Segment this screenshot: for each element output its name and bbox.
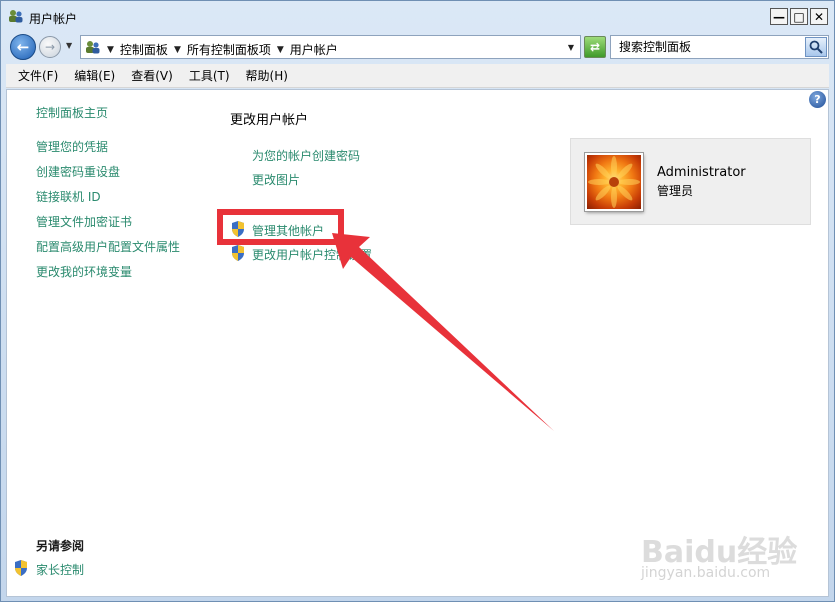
user-role: 管理员	[657, 184, 694, 198]
breadcrumb-all-items[interactable]: 所有控制面板项	[187, 41, 271, 58]
see-also-heading: 另请参阅	[36, 539, 85, 553]
menu-help[interactable]: 帮助(H)	[238, 64, 296, 88]
minimize-button[interactable]: —	[770, 8, 788, 25]
close-button[interactable]: ✕	[810, 8, 828, 25]
arrow-left-icon: ←	[16, 38, 30, 56]
sidebar-link-encryption-cert[interactable]: 管理文件加密证书	[36, 213, 132, 230]
search-icon	[809, 40, 823, 54]
uac-shield-icon	[15, 560, 27, 576]
navigation-bar: ← → ▼ ▼ 控制面板 ▼ 所有控制面板项 ▼ 用户帐户 ▼ ⇄	[6, 32, 829, 62]
sidebar-link-profile-properties[interactable]: 配置高级用户配置文件属性	[36, 238, 180, 255]
sidebar-link-home[interactable]: 控制面板主页	[36, 104, 108, 121]
sidebar-link-online-id[interactable]: 链接联机 ID	[36, 188, 101, 205]
menu-view[interactable]: 查看(V)	[123, 64, 181, 88]
window-title: 用户帐户	[29, 12, 78, 26]
search-input[interactable]	[611, 36, 803, 58]
sidebar-link-environment-variables[interactable]: 更改我的环境变量	[36, 263, 132, 280]
breadcrumb-user-accounts[interactable]: 用户帐户	[290, 41, 338, 58]
address-history-dropdown[interactable]: ▼	[568, 43, 574, 52]
user-accounts-window: 用户帐户 — □ ✕ ← → ▼ ▼ 控制面板 ▼ 所有控制面板项 ▼ 用户帐户…	[0, 0, 835, 602]
user-card: Administrator 管理员	[570, 138, 811, 225]
menu-file[interactable]: 文件(F)	[10, 64, 66, 88]
search-button[interactable]	[805, 37, 827, 57]
change-picture-link[interactable]: 更改图片	[252, 171, 300, 188]
help-button[interactable]: ?	[809, 91, 826, 108]
chevron-down-icon[interactable]: ▼	[174, 45, 181, 55]
user-name: Administrator	[657, 165, 746, 180]
address-bar[interactable]: ▼ 控制面板 ▼ 所有控制面板项 ▼ 用户帐户 ▼	[80, 35, 581, 59]
search-box	[610, 35, 829, 59]
arrow-right-icon: →	[44, 40, 56, 54]
refresh-icon: ⇄	[589, 40, 601, 54]
window-controls: — □ ✕	[770, 8, 828, 25]
sidebar-link-reset-disk[interactable]: 创建密码重设盘	[36, 163, 120, 180]
maximize-button[interactable]: □	[790, 8, 808, 25]
users-icon	[9, 10, 23, 23]
help-icon: ?	[814, 93, 821, 106]
uac-shield-icon	[232, 245, 244, 261]
title-bar: 用户帐户 — □ ✕	[1, 1, 834, 31]
avatar[interactable]	[585, 153, 643, 211]
annotation-highlight-box	[217, 209, 344, 245]
back-button[interactable]: ←	[10, 34, 36, 60]
watermark-url: jingyan.baidu.com	[641, 565, 771, 581]
sidebar-link-parental-controls[interactable]: 家长控制	[36, 561, 84, 578]
chevron-down-icon[interactable]: ▼	[277, 45, 284, 55]
recent-pages-dropdown[interactable]: ▼	[66, 41, 72, 50]
uac-settings-link[interactable]: 更改用户帐户控制设置	[252, 246, 372, 263]
baidu-watermark: Baidu经验 jingyan.baidu.com	[641, 519, 821, 589]
breadcrumb-control-panel[interactable]: 控制面板	[120, 41, 168, 58]
flower-icon	[588, 156, 640, 208]
breadcrumb: ▼ 控制面板 ▼ 所有控制面板项 ▼ 用户帐户	[107, 41, 338, 58]
menu-bar: 文件(F) 编辑(E) 查看(V) 工具(T) 帮助(H)	[6, 64, 829, 88]
page-title: 更改用户帐户	[230, 113, 309, 128]
forward-button[interactable]: →	[39, 36, 61, 58]
sidebar-link-credentials[interactable]: 管理您的凭据	[36, 138, 108, 155]
chevron-down-icon[interactable]: ▼	[107, 45, 114, 55]
menu-edit[interactable]: 编辑(E)	[66, 64, 123, 88]
refresh-button[interactable]: ⇄	[584, 36, 606, 58]
create-password-link[interactable]: 为您的帐户创建密码	[252, 147, 360, 164]
users-icon	[86, 41, 100, 54]
menu-tools[interactable]: 工具(T)	[181, 64, 238, 88]
